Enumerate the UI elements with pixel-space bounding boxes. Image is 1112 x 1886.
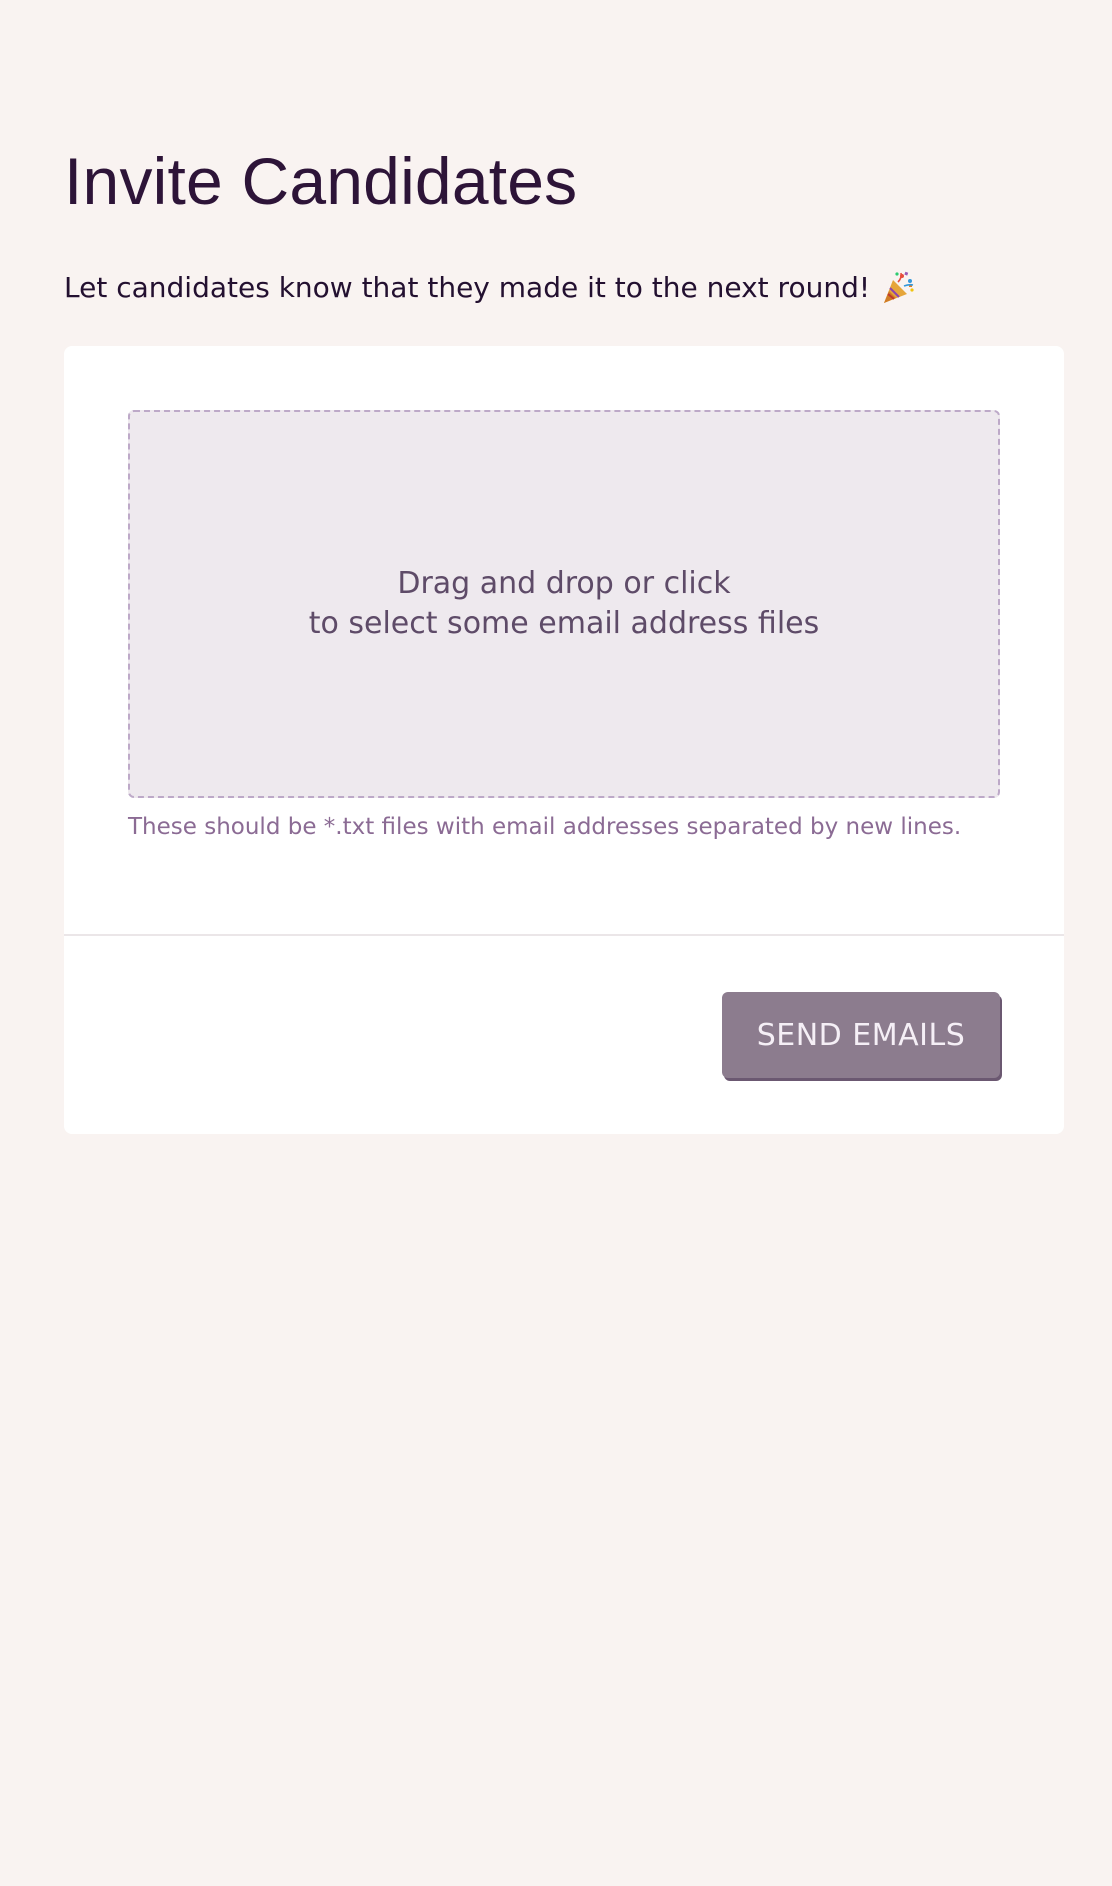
dropzone-line-2: to select some email address files — [308, 606, 820, 641]
dropzone-instructions: Drag and drop or click to select some em… — [309, 564, 820, 644]
invite-card: Drag and drop or click to select some em… — [64, 346, 1064, 1134]
invite-candidates-page: Invite Candidates Let candidates know th… — [64, 140, 1064, 1134]
page-title: Invite Candidates — [64, 144, 578, 218]
dropzone-line-1: Drag and drop or click — [397, 566, 731, 601]
file-format-hint: These should be *.txt files with email a… — [128, 814, 962, 840]
party-popper-icon — [880, 270, 916, 306]
send-emails-button[interactable]: SEND EMAILS — [722, 992, 1000, 1078]
page-subtitle: Let candidates know that they made it to… — [64, 270, 1064, 306]
subtitle-text: Let candidates know that they made it to… — [64, 271, 871, 304]
card-divider — [64, 934, 1064, 936]
file-dropzone[interactable]: Drag and drop or click to select some em… — [128, 410, 1000, 798]
